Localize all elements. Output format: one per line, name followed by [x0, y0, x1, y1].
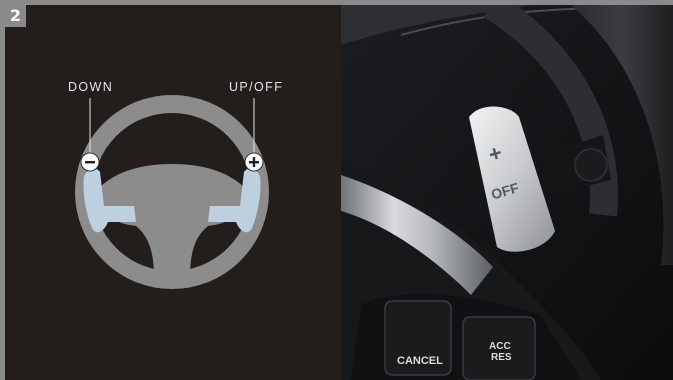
paddle-shifter-photo: + OFF CANCEL ACC RES: [341, 5, 673, 380]
up-off-label: UP/OFF: [229, 80, 284, 94]
down-label: DOWN: [68, 80, 114, 94]
figure-number-badge: 2: [5, 5, 26, 27]
plus-circle-icon: [244, 152, 264, 172]
figure-frame: DOWN UP/OFF 2 + OFF CANCEL ACC RES: [0, 0, 673, 380]
steering-wheel-diagram: [75, 95, 269, 289]
acc-button-label: ACC: [489, 341, 511, 352]
minus-circle-icon: [80, 152, 100, 172]
res-button-label: RES: [491, 352, 512, 363]
cancel-button-label: CANCEL: [397, 355, 443, 367]
